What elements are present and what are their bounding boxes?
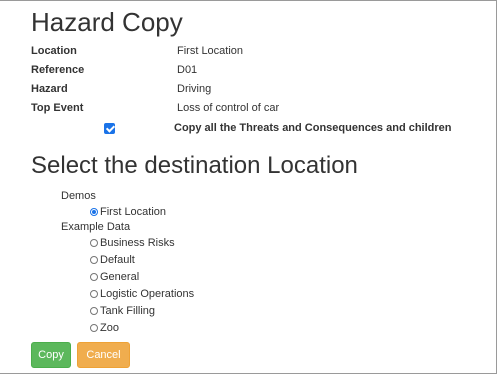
location-option-label: Business Risks — [100, 237, 175, 249]
location-option-label: Default — [100, 254, 135, 266]
location-option-label: Logistic Operations — [100, 288, 195, 300]
location-option-label: General — [100, 271, 140, 283]
detail-value: Driving — [177, 83, 212, 95]
copy-button[interactable]: Copy — [31, 342, 71, 368]
page-title: Hazard Copy — [31, 7, 183, 37]
detail-label: Hazard — [31, 83, 68, 95]
radio-unselected-icon[interactable] — [90, 239, 98, 247]
cancel-button[interactable]: Cancel — [77, 342, 130, 368]
detail-value: First Location — [177, 45, 244, 57]
radio-unselected-icon[interactable] — [90, 290, 98, 298]
radio-unselected-icon[interactable] — [90, 324, 98, 332]
radio-unselected-icon[interactable] — [90, 256, 98, 264]
detail-row-hazard: Hazard Driving — [31, 79, 491, 99]
location-group-demos: Demos — [61, 190, 96, 202]
detail-row-location: Location First Location — [31, 41, 491, 61]
hazard-copy-page: Hazard Copy Location First Location Refe… — [0, 0, 497, 374]
detail-label: Reference — [31, 64, 85, 76]
detail-label: Top Event — [31, 102, 84, 114]
detail-label: Location — [31, 45, 77, 57]
location-option-label: Zoo — [100, 322, 119, 334]
radio-unselected-icon[interactable] — [90, 273, 98, 281]
detail-value: Loss of control of car — [177, 102, 280, 114]
detail-value: D01 — [177, 64, 198, 76]
checkbox-checked-icon[interactable] — [104, 123, 115, 134]
copy-all-label: Copy all the Threats and Consequences an… — [174, 122, 452, 134]
location-group-example-data: Example Data — [61, 221, 131, 233]
detail-row-reference: Reference D01 — [31, 60, 491, 80]
location-option-label: First Location — [100, 206, 167, 218]
location-option-label: Tank Filling — [100, 305, 156, 317]
destination-heading: Select the destination Location — [31, 152, 358, 179]
radio-selected-icon[interactable] — [90, 208, 98, 216]
detail-row-top-event: Top Event Loss of control of car — [31, 98, 491, 118]
radio-unselected-icon[interactable] — [90, 307, 98, 315]
copy-all-option[interactable]: Copy all the Threats and Consequences an… — [104, 119, 494, 137]
